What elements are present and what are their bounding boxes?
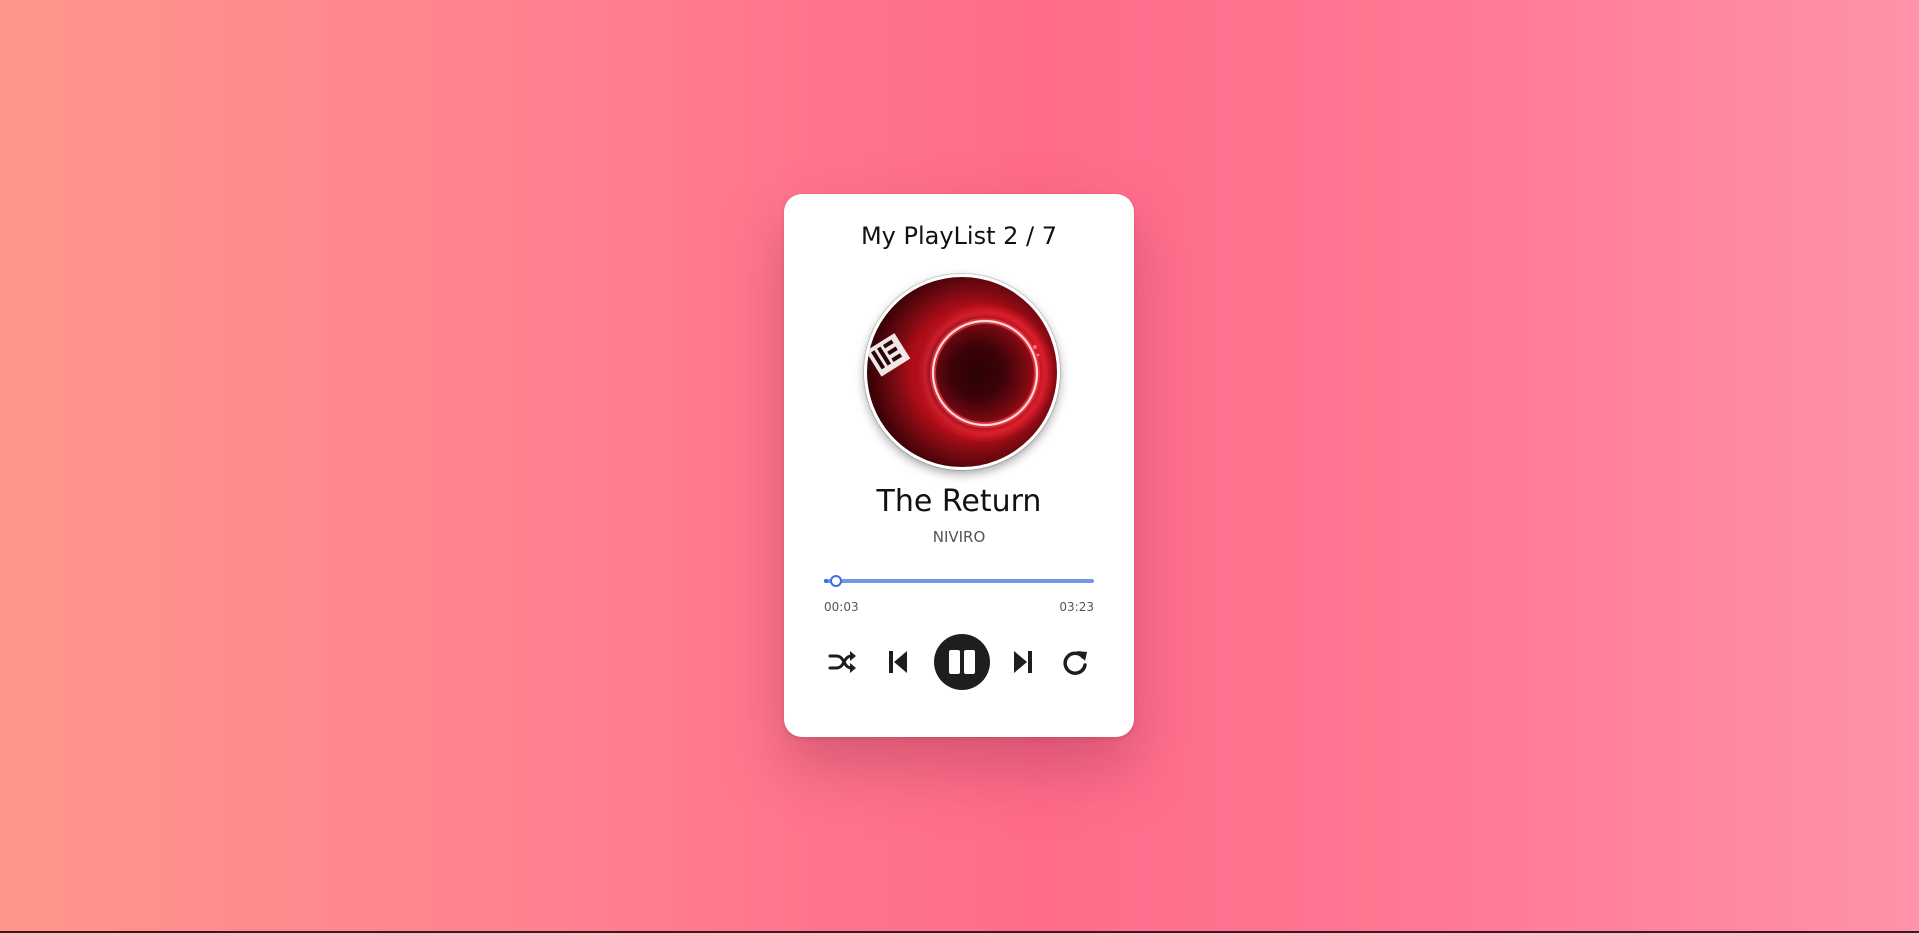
playlist-title: My PlayList 2 / 7 — [860, 222, 1058, 250]
skip-back-icon — [889, 651, 907, 673]
previous-button[interactable] — [880, 644, 916, 680]
total-time: 03:23 — [1059, 600, 1094, 614]
progress-slider[interactable] — [824, 574, 1094, 588]
music-player-card: My PlayList 2 / 7 The Return NIVIRO 00:0… — [784, 194, 1134, 737]
progress-track[interactable] — [824, 579, 1094, 583]
album-art-image — [867, 303, 1055, 443]
progress-thumb[interactable] — [830, 575, 843, 587]
pause-icon — [949, 650, 975, 674]
album-art — [864, 274, 1060, 470]
next-button[interactable] — [1005, 644, 1041, 680]
play-pause-button[interactable] — [934, 634, 990, 690]
current-time: 00:03 — [824, 600, 859, 614]
repeat-icon — [1063, 651, 1087, 675]
repeat-button[interactable] — [1057, 644, 1093, 680]
shuffle-button[interactable] — [825, 644, 861, 680]
shuffle-icon — [828, 651, 856, 673]
skip-forward-icon — [1014, 651, 1032, 673]
artist-name: NIVIRO — [932, 528, 986, 546]
song-title: The Return — [876, 484, 1042, 519]
playback-controls — [784, 634, 1134, 690]
